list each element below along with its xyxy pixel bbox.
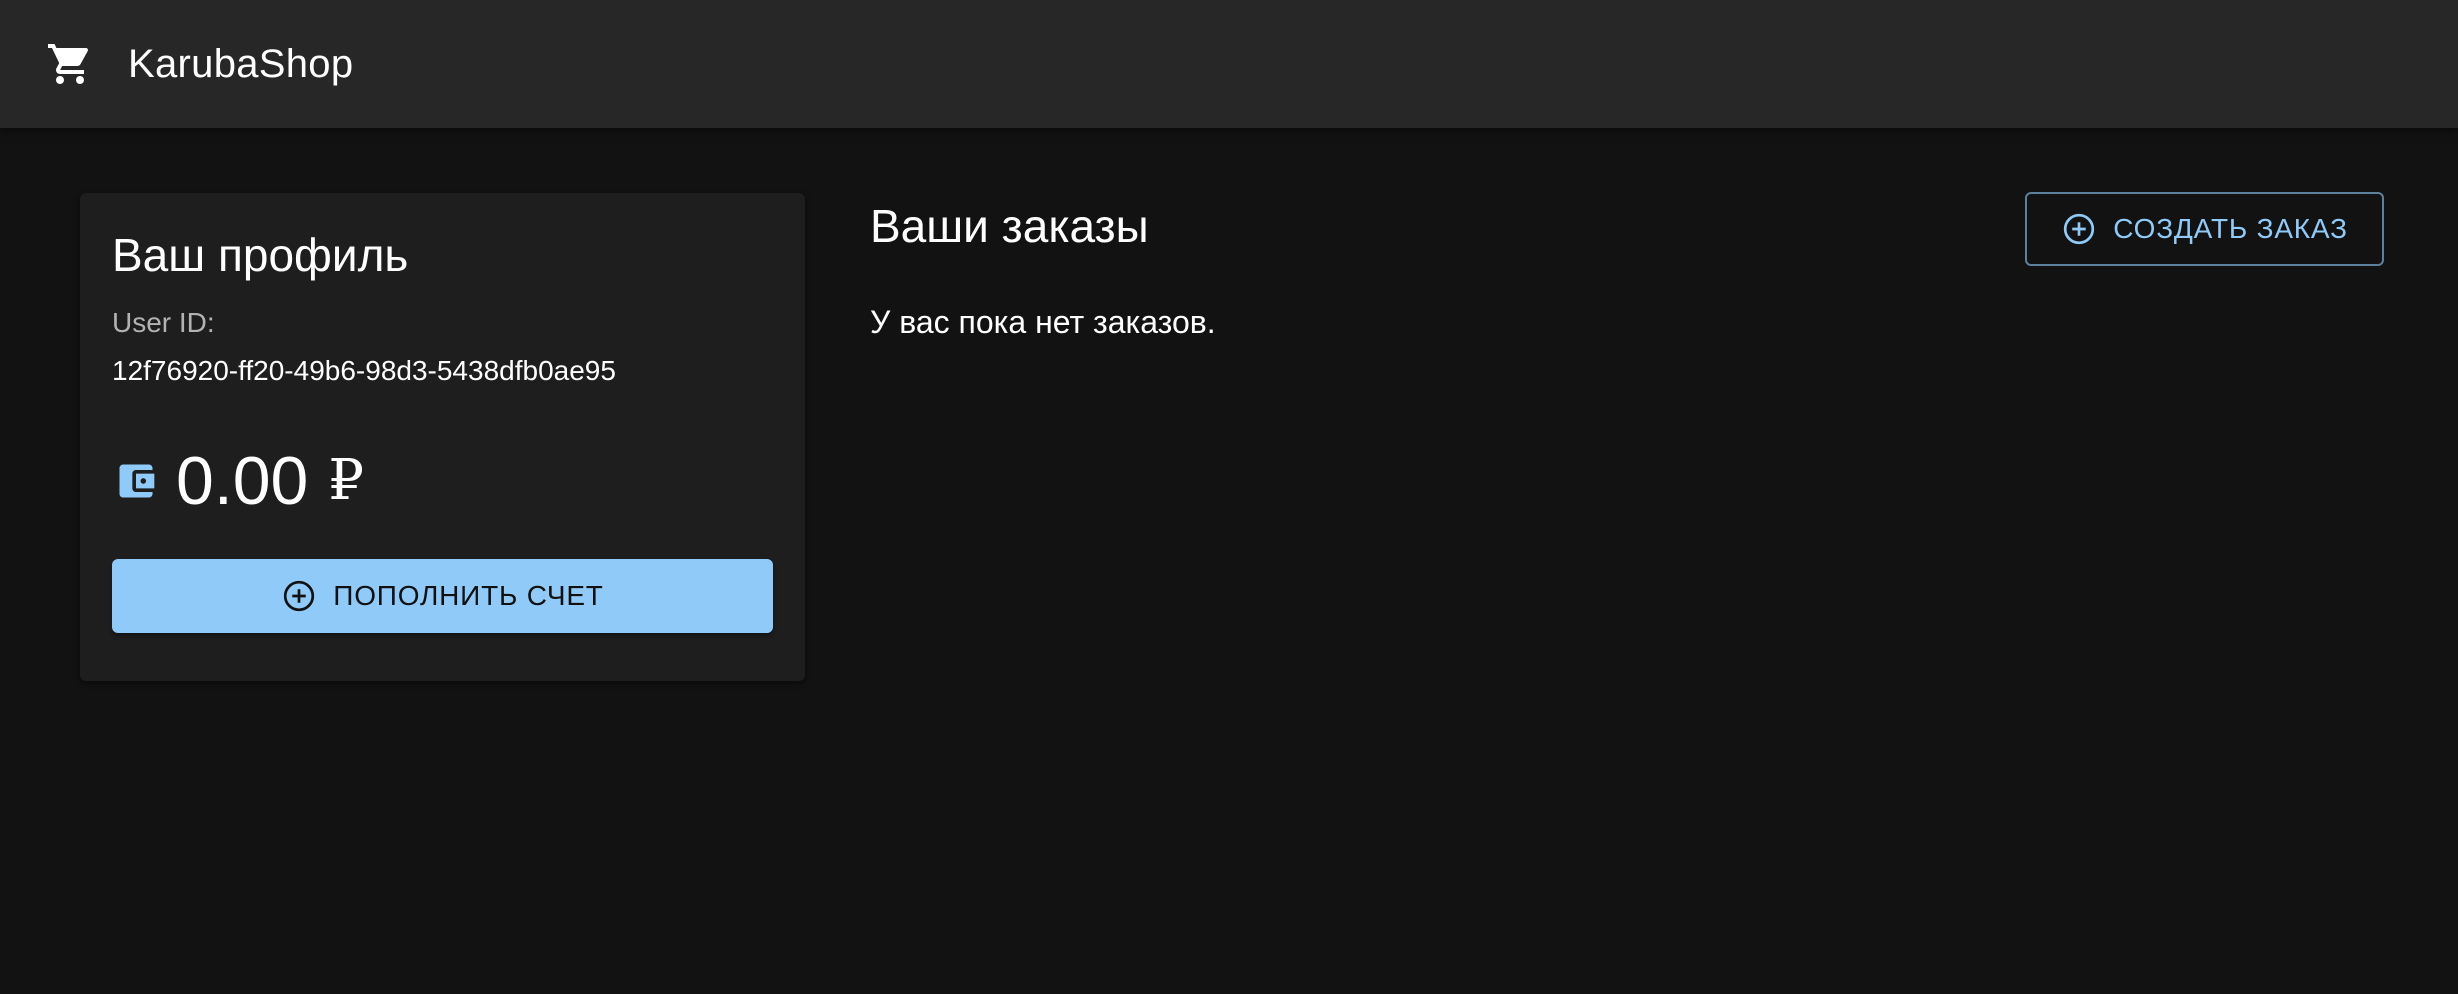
create-order-button[interactable]: СОЗДАТЬ ЗАКАЗ <box>2025 192 2384 266</box>
app-bar: KarubaShop <box>0 0 2458 128</box>
profile-title: Ваш профиль <box>112 229 409 281</box>
top-up-button-label: ПОПОЛНИТЬ СЧЕТ <box>333 580 604 611</box>
wallet-icon <box>119 464 155 498</box>
app-brand-title[interactable]: KarubaShop <box>128 40 353 88</box>
balance-currency: ₽ <box>328 448 364 513</box>
user-id-label: User ID: <box>112 307 215 338</box>
balance-amount: 0.00 <box>176 443 309 519</box>
balance-row: 0.00 ₽ <box>112 433 364 529</box>
profile-card: Ваш профиль User ID: 12f76920-ff20-49b6-… <box>80 193 805 681</box>
add-circle-icon <box>284 580 315 612</box>
top-up-button[interactable]: ПОПОЛНИТЬ СЧЕТ <box>112 559 773 633</box>
user-id-value: 12f76920-ff20-49b6-98d3-5438dfb0ae95 <box>112 355 616 386</box>
orders-empty-message: У вас пока нет заказов. <box>870 304 1216 340</box>
orders-title: Ваши заказы <box>870 200 1149 252</box>
cart-icon[interactable] <box>46 40 94 88</box>
create-order-button-label: СОЗДАТЬ ЗАКАЗ <box>2113 213 2348 244</box>
add-circle-icon <box>2064 213 2095 245</box>
